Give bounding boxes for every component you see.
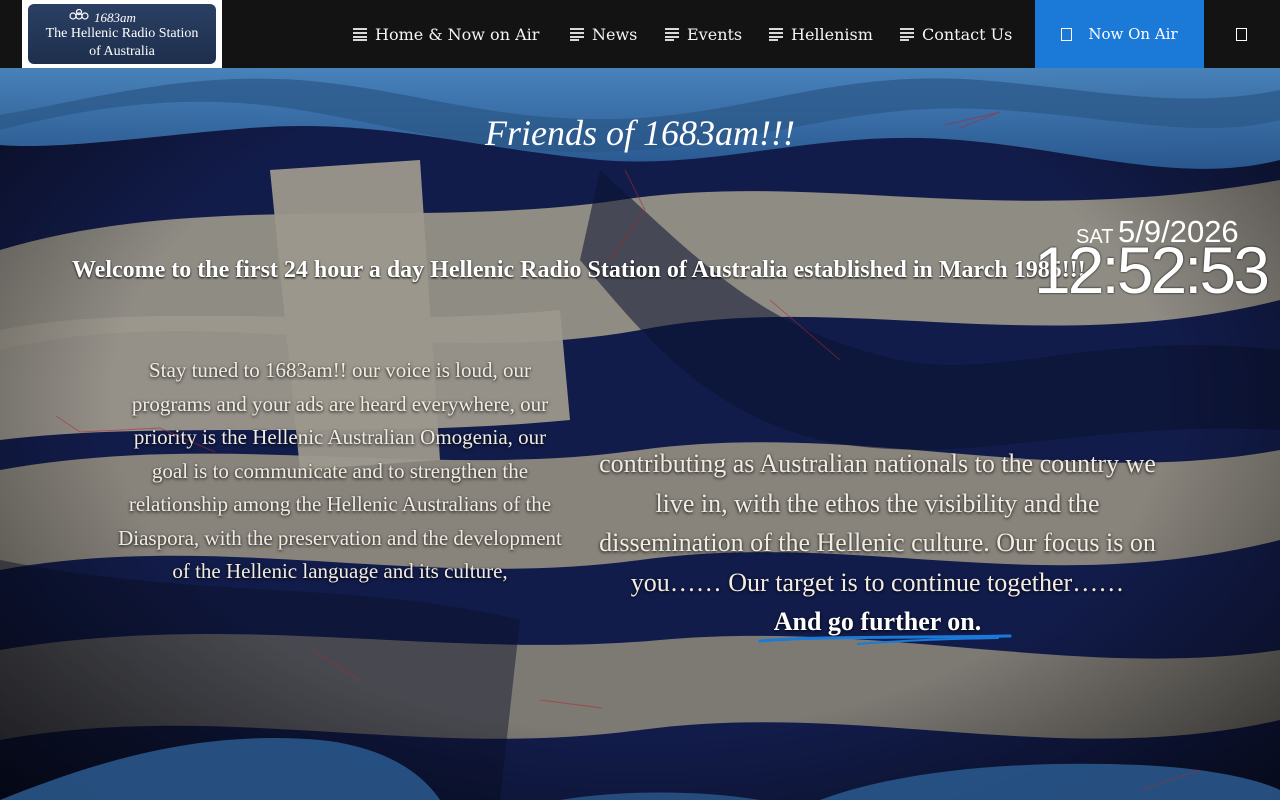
- menu-toggle-button[interactable]: [1229, 22, 1253, 46]
- logo-frequency: 1683am: [94, 10, 136, 25]
- flower-emblem-icon: [69, 9, 89, 20]
- nav-hellenism-label: Hellenism: [791, 24, 873, 44]
- clock-time: 12:52:53: [1034, 233, 1270, 307]
- top-navigation-bar: 1683am The Hellenic Radio Station of Aus…: [0, 0, 1280, 68]
- list-icon: [353, 28, 367, 41]
- nav-home-label: Home & Now on Air: [375, 24, 540, 44]
- list-icon: [570, 28, 584, 41]
- clock-widget: SAT 5/9/2026 12:52:53: [1034, 214, 1270, 307]
- nav-contact-label: Contact Us: [922, 24, 1013, 44]
- nav-contact[interactable]: Contact Us: [900, 0, 1012, 68]
- nav-home[interactable]: Home & Now on Air: [353, 0, 539, 68]
- menu-icon: [1235, 27, 1247, 41]
- intro-paragraph-left: Stay tuned to 1683am!! our voice is loud…: [118, 358, 562, 583]
- logo-station-name: The Hellenic Radio Station: [45, 26, 199, 41]
- nav-hellenism[interactable]: Hellenism: [769, 0, 873, 68]
- nav-news-label: News: [592, 24, 638, 44]
- list-icon: [900, 28, 914, 41]
- now-on-air-label: Now On Air: [1088, 25, 1178, 43]
- underline-stroke-icon: [758, 634, 1012, 645]
- nav-news[interactable]: News: [570, 0, 637, 68]
- welcome-heading: Welcome to the first 24 hour a day Helle…: [72, 257, 1086, 283]
- hero-section: Friends of 1683am!!! Welcome to the firs…: [0, 0, 1280, 800]
- list-icon: [665, 28, 679, 41]
- intro-paragraph-right-text: contributing as Australian nationals to …: [599, 449, 1156, 597]
- go-further-emphasis: And go further on.: [758, 602, 1012, 645]
- logo-badge: 1683am The Hellenic Radio Station of Aus…: [28, 4, 216, 64]
- logo-country: of Australia: [89, 44, 155, 59]
- intro-paragraph-right: contributing as Australian nationals to …: [585, 444, 1170, 645]
- nav-events-label: Events: [687, 24, 743, 44]
- nav-events[interactable]: Events: [665, 0, 742, 68]
- now-on-air-button[interactable]: Now On Air: [1035, 0, 1204, 68]
- radio-icon: [1061, 27, 1073, 41]
- hero-title: Friends of 1683am!!!: [485, 113, 795, 153]
- station-logo[interactable]: 1683am The Hellenic Radio Station of Aus…: [22, 0, 222, 68]
- list-icon: [769, 28, 783, 41]
